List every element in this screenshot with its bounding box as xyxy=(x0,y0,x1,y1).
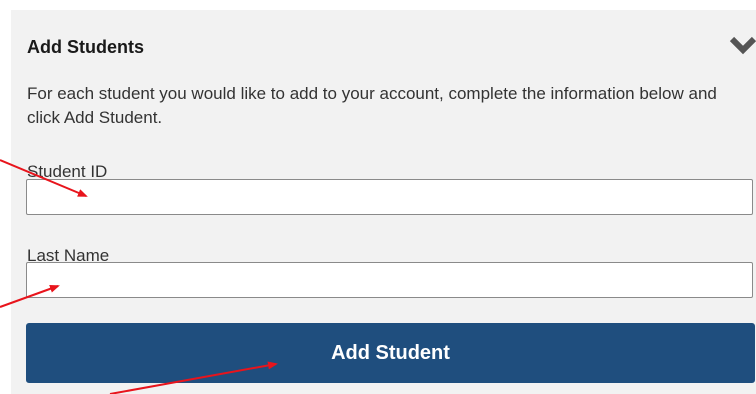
last-name-input[interactable] xyxy=(26,262,753,298)
add-students-panel: Add Students For each student you would … xyxy=(11,10,756,394)
add-student-button[interactable]: Add Student xyxy=(26,323,755,383)
panel-title: Add Students xyxy=(27,37,144,57)
chevron-down-icon[interactable] xyxy=(729,35,756,55)
student-id-input[interactable] xyxy=(26,179,753,215)
panel-description: For each student you would like to add t… xyxy=(27,84,717,127)
